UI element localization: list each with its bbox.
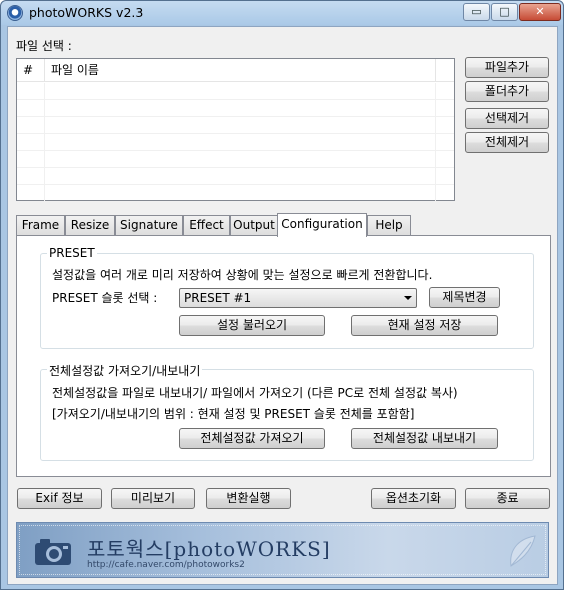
tab-effect[interactable]: Effect <box>183 215 230 236</box>
tab-signature[interactable]: Signature <box>115 215 183 236</box>
configuration-panel: PRESET 설정값을 여러 개로 미리 저장하여 상황에 맞는 설정으로 빠르… <box>16 235 551 477</box>
reset-options-button[interactable]: 옵션초기화 <box>371 488 456 509</box>
list-item <box>17 168 454 185</box>
file-list-header: # 파일 이름 <box>17 59 454 82</box>
app-window: photoWORKS v2.3 ▭ □ ✕ 파일 선택 : # 파일 이름 파일… <box>0 0 564 590</box>
exit-button[interactable]: 종료 <box>465 488 550 509</box>
preset-group: PRESET 설정값을 여러 개로 미리 저장하여 상황에 맞는 설정으로 빠르… <box>40 246 534 349</box>
client-area: 파일 선택 : # 파일 이름 파일추가 폴더추가 선택제거 전체제거 Fram… <box>7 26 558 585</box>
app-icon[interactable] <box>7 5 23 21</box>
remove-all-button[interactable]: 전체제거 <box>465 132 549 153</box>
save-preset-button[interactable]: 현재 설정 저장 <box>351 315 498 336</box>
load-preset-button[interactable]: 설정 불러오기 <box>179 315 325 336</box>
list-item <box>17 185 454 202</box>
maximize-button[interactable]: □ <box>491 3 518 21</box>
column-header-filename[interactable]: 파일 이름 <box>45 59 436 82</box>
import-export-description: 전체설정값을 파일로 내보내기/ 파일에서 가져오기 (다른 PC로 전체 설정… <box>52 386 458 400</box>
preset-description: 설정값을 여러 개로 미리 저장하여 상황에 맞는 설정으로 빠르게 전환합니다… <box>52 268 433 282</box>
tab-resize[interactable]: Resize <box>65 215 115 236</box>
banner-url: http://cafe.naver.com/photoworks2 <box>87 560 245 570</box>
window-title: photoWORKS v2.3 <box>29 5 144 20</box>
preset-slot-value: PRESET #1 <box>184 291 252 305</box>
preset-slot-label: PRESET 슬롯 선택 : <box>52 291 158 305</box>
banner[interactable]: 포토웍스[photoWORKS] http://cafe.naver.com/p… <box>16 522 549 578</box>
file-list[interactable]: # 파일 이름 <box>16 58 455 202</box>
feather-icon <box>510 535 536 567</box>
preview-button[interactable]: 미리보기 <box>111 488 195 509</box>
file-list-rows <box>17 83 454 202</box>
exif-info-button[interactable]: Exif 정보 <box>17 488 102 509</box>
remove-selected-button[interactable]: 선택제거 <box>465 108 549 129</box>
add-folder-button[interactable]: 폴더추가 <box>465 81 549 102</box>
preset-group-title: PRESET <box>47 246 97 260</box>
column-header-index[interactable]: # <box>17 59 45 82</box>
list-item <box>17 151 454 168</box>
import-settings-button[interactable]: 전체설정값 가져오기 <box>179 428 325 449</box>
rename-preset-button[interactable]: 제목변경 <box>429 287 500 308</box>
tab-help[interactable]: Help <box>367 215 411 236</box>
list-item <box>17 100 454 117</box>
tab-configuration[interactable]: Configuration <box>277 213 367 237</box>
tab-output[interactable]: Output <box>230 215 278 236</box>
chevron-down-icon <box>404 296 412 300</box>
minimize-button[interactable]: ▭ <box>463 3 490 21</box>
convert-button[interactable]: 변환실행 <box>206 488 291 509</box>
import-export-group-title: 전체설정값 가져오기/내보내기 <box>47 362 203 379</box>
preset-slot-select[interactable]: PRESET #1 <box>179 288 417 308</box>
list-item <box>17 83 454 100</box>
import-export-group: 전체설정값 가져오기/내보내기 전체설정값을 파일로 내보내기/ 파일에서 가져… <box>40 362 534 461</box>
file-select-label: 파일 선택 : <box>16 39 72 53</box>
camera-icon <box>35 539 71 565</box>
import-export-scope: [가져오기/내보내기의 범위 : 현재 설정 및 PRESET 슬롯 전체를 포… <box>52 407 415 421</box>
list-item <box>17 134 454 151</box>
close-button[interactable]: ✕ <box>519 3 561 21</box>
tab-frame[interactable]: Frame <box>16 215 65 236</box>
list-item <box>17 117 454 134</box>
export-settings-button[interactable]: 전체설정값 내보내기 <box>351 428 498 449</box>
title-bar[interactable]: photoWORKS v2.3 ▭ □ ✕ <box>1 1 563 25</box>
banner-title: 포토웍스[photoWORKS] <box>87 537 331 561</box>
add-file-button[interactable]: 파일추가 <box>465 57 549 78</box>
